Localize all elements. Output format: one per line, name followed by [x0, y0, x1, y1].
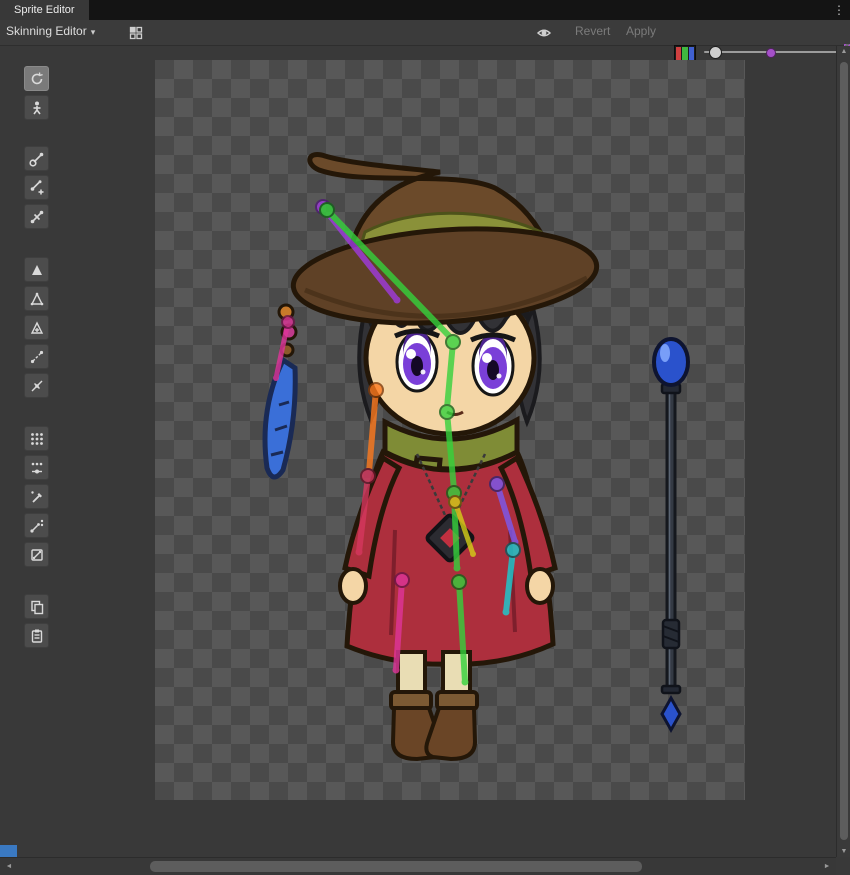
weight-tool-group: [24, 426, 49, 567]
create-edge-icon: [29, 349, 45, 365]
editor-mode-label: Skinning Editor: [6, 24, 87, 38]
paste-icon: [29, 628, 45, 644]
split-edge-icon: [29, 378, 45, 394]
edit-joints-icon: [29, 151, 45, 167]
scroll-left-icon[interactable]: ◄: [2, 863, 16, 870]
opacity-handle-1[interactable]: [766, 48, 776, 58]
sprite-influence-icon: [29, 547, 45, 563]
split-edge-button[interactable]: [24, 373, 49, 398]
auto-weights-icon: [29, 431, 45, 447]
revert-button[interactable]: Revert: [575, 24, 610, 38]
horizontal-scroll-thumb[interactable]: [150, 861, 642, 872]
copy-icon: [29, 599, 45, 615]
bone-tool-group: [24, 146, 49, 229]
zoom-slider[interactable]: [704, 51, 846, 53]
weight-brush-button[interactable]: [24, 484, 49, 509]
sprite-influence-button[interactable]: [24, 542, 49, 567]
sprite-editor-window: Sprite Editor ⋮ Skinning Editor ▾ Revert …: [0, 0, 850, 875]
tab-strip: Sprite Editor ⋮: [0, 0, 850, 20]
editor-mode-dropdown[interactable]: Skinning Editor ▾: [6, 24, 95, 38]
hat-feather-accessory: [265, 305, 296, 477]
witch-hat: [290, 155, 600, 333]
sprite-sheet-toggle-button[interactable]: [126, 23, 146, 42]
scroll-down-icon[interactable]: ▼: [837, 848, 850, 855]
tab-sprite-editor[interactable]: Sprite Editor: [0, 0, 89, 20]
weight-slider-button[interactable]: [24, 455, 49, 480]
staff-sprite: [654, 339, 688, 730]
edit-geometry-icon: [29, 291, 45, 307]
auto-geometry-button[interactable]: [24, 257, 49, 282]
create-vertex-icon: [29, 320, 45, 336]
pose-tool-group: [24, 66, 49, 120]
eye-icon: [536, 25, 552, 41]
visibility-panel-button[interactable]: [534, 23, 554, 42]
copy-button[interactable]: [24, 594, 49, 619]
create-bone-button[interactable]: [24, 175, 49, 200]
restore-bind-pose-button[interactable]: [24, 95, 49, 120]
create-vertex-button[interactable]: [24, 315, 49, 340]
sprite-canvas[interactable]: [155, 60, 745, 800]
auto-weights-button[interactable]: [24, 426, 49, 451]
weight-brush-icon: [29, 489, 45, 505]
split-bone-icon: [29, 209, 45, 225]
right-boot: [426, 692, 477, 759]
red-channel-chip: [676, 47, 681, 60]
vertical-scroll-thumb[interactable]: [840, 62, 848, 840]
zoom-slider-knob[interactable]: [709, 46, 722, 59]
scroll-right-icon[interactable]: ►: [820, 863, 834, 870]
edit-geometry-button[interactable]: [24, 286, 49, 311]
character-sprite: [155, 60, 745, 800]
skinning-tool-column: [24, 66, 49, 652]
kebab-menu-icon[interactable]: ⋮: [831, 0, 847, 20]
green-channel-chip: [682, 47, 687, 60]
chevron-down-icon: ▾: [91, 27, 96, 37]
weight-slider-icon: [29, 460, 45, 476]
create-edge-button[interactable]: [24, 344, 49, 369]
vertical-scrollbar[interactable]: ▲ ▼: [836, 46, 850, 857]
geometry-tool-group: [24, 257, 49, 398]
bone-influence-button[interactable]: [24, 513, 49, 538]
sprite-sheet-icon: [128, 25, 144, 41]
scrollbar-corner: [836, 857, 850, 875]
edit-joints-button[interactable]: [24, 146, 49, 171]
reset-pose-icon: [29, 71, 45, 87]
bone-influence-icon: [29, 518, 45, 534]
paste-button[interactable]: [24, 623, 49, 648]
reset-pose-button[interactable]: [24, 66, 49, 91]
horizontal-scrollbar[interactable]: ◄ ►: [0, 857, 836, 875]
auto-geometry-icon: [29, 262, 45, 278]
create-bone-icon: [29, 180, 45, 196]
split-bone-button[interactable]: [24, 204, 49, 229]
apply-button[interactable]: Apply: [626, 24, 656, 38]
toolbar: Skinning Editor ▾ Revert Apply: [0, 20, 850, 46]
blue-channel-chip: [689, 47, 694, 60]
clipboard-tool-group: [24, 594, 49, 648]
bind-pose-icon: [29, 100, 45, 116]
scroll-up-icon[interactable]: ▲: [837, 48, 850, 55]
